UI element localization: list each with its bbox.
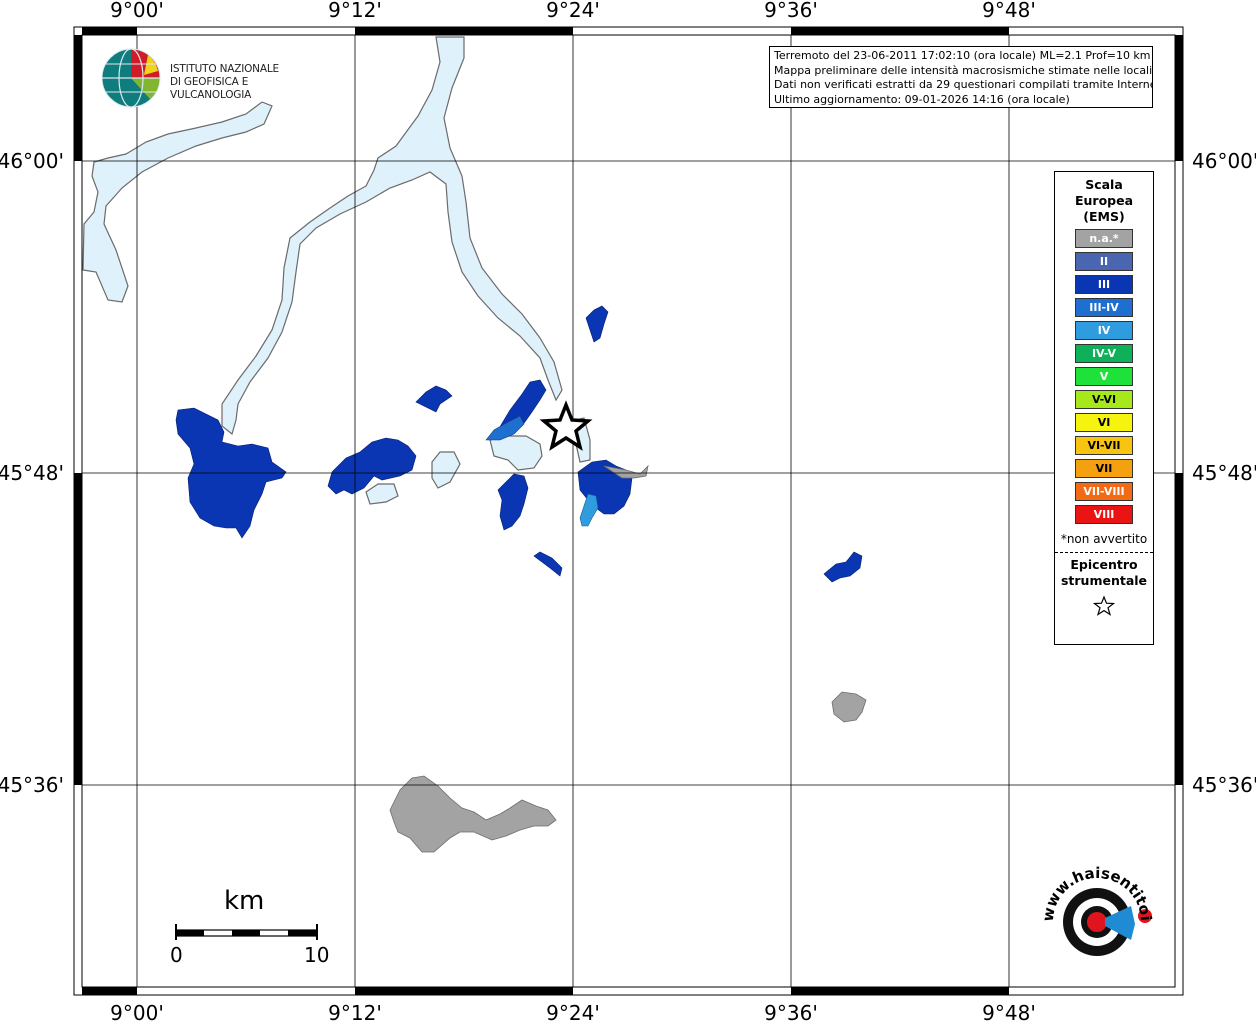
- legend-note: *non avvertito: [1060, 532, 1148, 546]
- lon-label-top: 9°24': [546, 0, 600, 22]
- legend-swatch: VI-VII: [1075, 436, 1133, 455]
- event-info-line: Dati non verificati estratti da 29 quest…: [774, 78, 1153, 91]
- lat-label-right: 45°48': [1192, 461, 1256, 485]
- legend-items: n.a.* II III III-IV IV IV-V V V-VI VI VI-VII VII VI…: [1055, 229, 1153, 524]
- legend-swatch: IV: [1075, 321, 1133, 340]
- ems-legend: Scala Europea (EMS) n.a.* II III III-IV IV IV-V…: [1054, 171, 1154, 645]
- ingv-name-line1: ISTITUTO NAZIONALE: [170, 63, 279, 75]
- lat-label-right: 46°00': [1192, 149, 1256, 173]
- legend-swatch: V-VI: [1075, 390, 1133, 409]
- legend-swatch: III-IV: [1075, 298, 1133, 317]
- legend-swatch: VI: [1075, 413, 1133, 432]
- legend-title: Scala Europea (EMS): [1074, 177, 1134, 224]
- lon-label-top: 9°00': [110, 0, 164, 22]
- lon-label-bottom: 9°00': [110, 1001, 164, 1024]
- event-info-line: Ultimo aggiornamento: 09-01-2026 14:16 (…: [774, 92, 1070, 106]
- legend-swatch: VII-VIII: [1075, 482, 1133, 501]
- ingv-logo: ISTITUTO NAZIONALE DI GEOFISICA E VULCAN…: [100, 47, 310, 109]
- ingv-name-line2: DI GEOFISICA E VULCANOLOGIA: [170, 76, 252, 101]
- ingv-globe-icon: [101, 48, 161, 108]
- scale-max-label: 10: [304, 943, 330, 967]
- legend-epicenter-label: Epicentro strumentale: [1060, 557, 1148, 588]
- legend-swatch: IV-V: [1075, 344, 1133, 363]
- lat-label-right: 45°36': [1192, 773, 1256, 797]
- lon-label-bottom: 9°48': [982, 1001, 1036, 1024]
- lon-label-top: 9°36': [764, 0, 818, 22]
- haisentito-target-icon: www.haisentitoilterremoto.it: [1027, 848, 1155, 956]
- legend-swatch: V: [1075, 367, 1133, 386]
- legend-swatch: VIII: [1075, 505, 1133, 524]
- haisentito-logo: www.haisentitoilterremoto.it: [1027, 848, 1175, 972]
- legend-swatch: n.a.*: [1075, 229, 1133, 248]
- legend-divider: [1055, 552, 1153, 553]
- scale-unit: km: [224, 886, 265, 916]
- event-info-box: Terremoto del 23-06-2011 17:02:10 (ora l…: [769, 46, 1153, 108]
- lon-label-top: 9°48': [982, 0, 1036, 22]
- lon-label-bottom: 9°12': [328, 1001, 382, 1024]
- lat-label-left: 45°48': [0, 461, 64, 485]
- event-info-line: Terremoto del 23-06-2011 17:02:10 (ora l…: [774, 49, 1151, 62]
- legend-star-icon: [1055, 595, 1153, 621]
- legend-swatch: III: [1075, 275, 1133, 294]
- ingv-name: ISTITUTO NAZIONALE DI GEOFISICA E VULCAN…: [170, 63, 310, 102]
- scale-min-label: 0: [170, 943, 183, 967]
- lat-label-left: 45°36': [0, 773, 64, 797]
- event-info-line: Mappa preliminare delle intensità macros…: [774, 63, 1153, 77]
- legend-swatch: VII: [1075, 459, 1133, 478]
- lon-label-bottom: 9°36': [764, 1001, 818, 1024]
- lon-label-top: 9°12': [328, 0, 382, 22]
- lat-label-left: 46°00': [0, 149, 64, 173]
- legend-swatch: II: [1075, 252, 1133, 271]
- lon-label-bottom: 9°24': [546, 1001, 600, 1024]
